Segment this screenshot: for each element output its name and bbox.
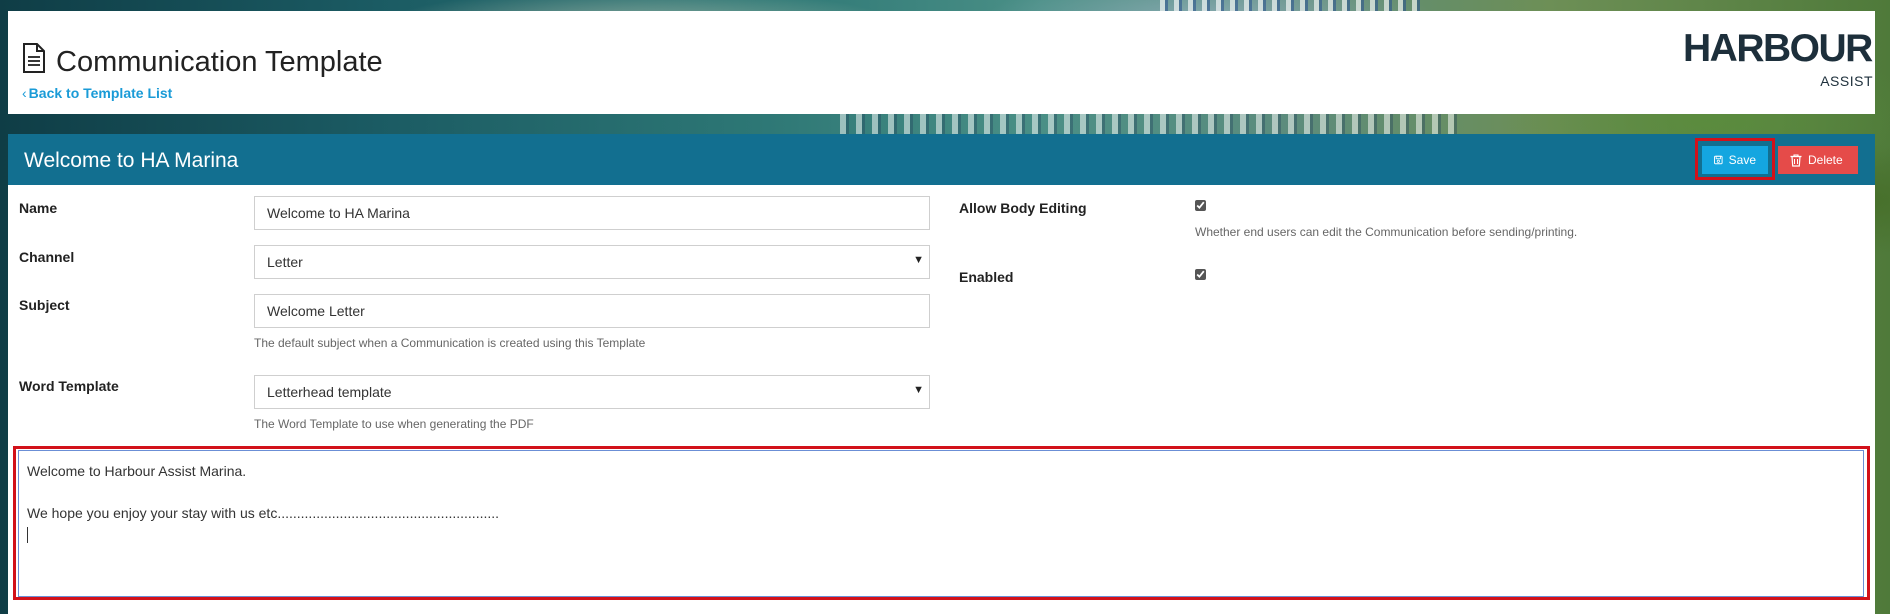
allow-body-editing-checkbox[interactable] — [1195, 200, 1206, 211]
subject-input[interactable] — [254, 294, 930, 328]
text-cursor — [27, 524, 1855, 549]
caret-down-icon: ▼ — [913, 384, 924, 396]
body-line: We hope you enjoy your stay with us etc.… — [27, 505, 500, 521]
delete-button-label: Delete — [1808, 153, 1843, 167]
channel-select[interactable]: Letter ▼ — [254, 245, 930, 279]
template-editor-card: Welcome to HA Marina Save Delete Name Ch… — [8, 134, 1875, 614]
save-button-label: Save — [1728, 153, 1756, 167]
name-input[interactable] — [254, 196, 930, 230]
trash-icon — [1790, 153, 1802, 167]
back-link-label: Back to Template List — [28, 85, 173, 101]
page-title: Communication Template — [56, 46, 383, 78]
back-to-template-list-link[interactable]: ‹ Back to Template List — [22, 85, 172, 101]
word-template-select[interactable]: Letterhead template ▼ — [254, 375, 930, 409]
enabled-label: Enabled — [959, 269, 1014, 285]
background-marina-boats — [1160, 0, 1420, 11]
allow-body-editing-label: Allow Body Editing — [959, 200, 1087, 216]
logo-sub-text: ASSIST — [1820, 73, 1873, 89]
body-line: Welcome to Harbour Assist Marina. — [27, 463, 247, 479]
template-title-bar: Welcome to HA Marina Save Delete — [8, 134, 1875, 185]
enabled-checkbox[interactable] — [1195, 269, 1206, 280]
name-label: Name — [19, 200, 58, 216]
document-icon — [23, 43, 45, 73]
template-title: Welcome to HA Marina — [24, 149, 239, 172]
save-icon — [1714, 155, 1723, 165]
template-body-editor[interactable]: Welcome to Harbour Assist Marina. We hop… — [18, 450, 1864, 597]
word-template-label: Word Template — [19, 378, 119, 394]
subject-label: Subject — [19, 297, 70, 313]
save-button[interactable]: Save — [1702, 146, 1768, 174]
channel-select-value: Letter — [254, 245, 930, 279]
logo-main-text: HARBOUR — [1683, 27, 1873, 70]
body-line — [27, 482, 1855, 503]
page-header: Communication Template ‹ Back to Template… — [8, 11, 1875, 114]
background-marina-pier — [840, 112, 1460, 134]
channel-label: Channel — [19, 249, 75, 265]
word-template-select-value: Letterhead template — [254, 375, 930, 409]
delete-button[interactable]: Delete — [1778, 146, 1858, 174]
word-template-help-text: The Word Template to use when generating… — [254, 417, 534, 431]
allow-body-editing-help-text: Whether end users can edit the Communica… — [1195, 225, 1578, 239]
caret-down-icon: ▼ — [913, 254, 924, 266]
subject-help-text: The default subject when a Communication… — [254, 336, 646, 350]
chevron-left-icon: ‹ — [22, 85, 27, 101]
harbour-assist-logo: HARBOUR ASSIST — [1683, 25, 1873, 91]
